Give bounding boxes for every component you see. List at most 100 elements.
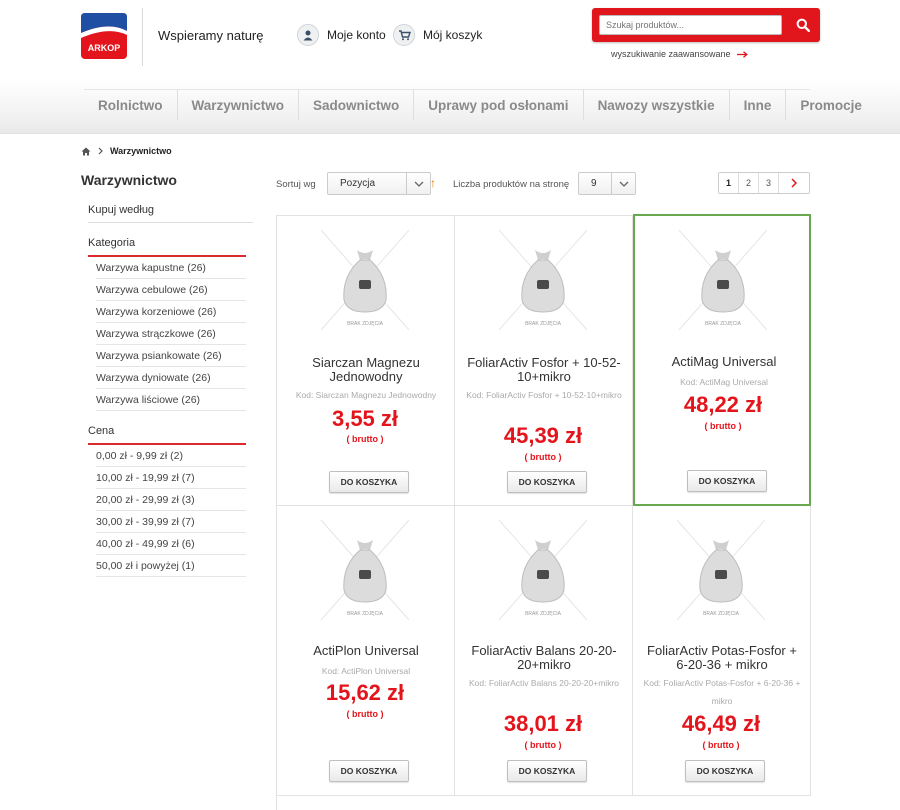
product-price: 46,49 zł — [681, 711, 761, 736]
sort-direction-arrow-icon[interactable]: ↑ — [430, 176, 436, 190]
nav-item-warzywnictwo[interactable]: Warzywnictwo — [178, 90, 300, 120]
product-brutto-label: ( brutto ) — [524, 740, 562, 750]
product-brutto-label: ( brutto ) — [346, 709, 384, 719]
advanced-search-link[interactable]: wyszukiwanie zaawansowane — [611, 49, 748, 59]
category-item[interactable]: Warzywa liściowe (26) — [96, 389, 246, 411]
price-heading: Cena — [88, 425, 246, 445]
category-item[interactable]: Warzywa kapustne (26) — [96, 257, 246, 279]
no-photo-label: BRAK ZDJĘCIA — [705, 321, 742, 327]
product-title[interactable]: ActiPlon Universal — [285, 644, 447, 658]
category-item[interactable]: Warzywa dyniowate (26) — [96, 367, 246, 389]
account-link[interactable]: Moje konto — [297, 24, 386, 46]
add-to-cart-button[interactable]: DO KOSZYKA — [507, 760, 587, 782]
category-list: Warzywa kapustne (26) Warzywa cebulowe (… — [96, 257, 246, 411]
nav-item-inne[interactable]: Inne — [730, 90, 787, 120]
product-grid: BRAK ZDJĘCIA Siarczan Magnezu Jednowodny… — [276, 214, 811, 810]
per-page-label: Liczba produktów na stronę — [453, 179, 570, 190]
product-card[interactable]: BRAK ZDJĘCIA Siarczan Magnezu Jednowodny… — [277, 216, 455, 506]
product-title[interactable]: Siarczan Magnezu Jednowodny — [285, 356, 447, 384]
home-icon[interactable] — [81, 147, 91, 156]
arkop-logo[interactable]: ARKOP — [81, 13, 127, 59]
no-photo-label: BRAK ZDJĘCIA — [525, 321, 562, 327]
add-to-cart-button[interactable]: DO KOSZYKA — [329, 760, 409, 782]
breadcrumb-current: Warzywnictwo — [110, 146, 172, 156]
price-range-item[interactable]: 20,00 zł - 29,99 zł (3) — [96, 489, 246, 511]
no-photo-label: BRAK ZDJĘCIA — [525, 611, 562, 617]
product-brutto-label: ( brutto ) — [524, 452, 562, 462]
sort-select[interactable]: Pozycja — [327, 172, 431, 195]
main-nav-bar: Rolnictwo Warzywnictwo Sadownictwo Upraw… — [0, 80, 900, 134]
no-photo-bag-icon: BRAK ZDJĘCIA — [498, 519, 588, 621]
nav-item-uprawy[interactable]: Uprawy pod osłonami — [414, 90, 584, 120]
cart-icon — [393, 24, 415, 46]
product-card[interactable]: BRAK ZDJĘCIA ActiMag Universal Kod: Acti… — [633, 214, 811, 506]
breadcrumb: Warzywnictwo — [81, 146, 172, 156]
product-price: 38,01 zł — [503, 711, 583, 736]
no-photo-label: BRAK ZDJĘCIA — [347, 321, 384, 327]
nav-item-rolnictwo[interactable]: Rolnictwo — [84, 90, 178, 120]
header: ARKOP Wspieramy naturę Moje konto Mój ko… — [0, 0, 900, 80]
product-brutto-label: ( brutto ) — [702, 740, 740, 750]
user-icon — [297, 24, 319, 46]
product-price: 15,62 zł — [325, 680, 405, 705]
search-button[interactable] — [792, 14, 814, 36]
chevron-right-icon — [98, 147, 103, 155]
product-code: Kod: ActiMag Universal — [680, 377, 768, 387]
category-item[interactable]: Warzywa strączkowe (26) — [96, 323, 246, 345]
no-photo-bag-icon: BRAK ZDJĘCIA — [320, 229, 410, 331]
price-range-item[interactable]: 50,00 zł i powyżej (1) — [96, 555, 246, 577]
nav-item-promocje[interactable]: Promocje — [786, 90, 876, 120]
product-price: 3,55 zł — [331, 406, 399, 431]
add-to-cart-button[interactable]: DO KOSZYKA — [687, 470, 767, 492]
product-title[interactable]: FoliarActiv Fosfor + 10-52-10+mikro — [463, 356, 625, 384]
sort-value: Pozycja — [340, 178, 376, 189]
chevron-down-icon — [406, 173, 430, 194]
add-to-cart-button[interactable]: DO KOSZYKA — [685, 760, 765, 782]
category-heading: Kategoria — [88, 237, 246, 257]
category-item[interactable]: Warzywa korzeniowe (26) — [96, 301, 246, 323]
add-to-cart-button[interactable]: DO KOSZYKA — [329, 471, 409, 493]
next-page-button[interactable] — [779, 173, 809, 193]
page-3-button[interactable]: 3 — [759, 173, 779, 193]
page-1-button[interactable]: 1 — [719, 173, 739, 193]
shop-by-heading: Kupuj według — [88, 204, 253, 223]
price-range-item[interactable]: 0,00 zł - 9,99 zł (2) — [96, 445, 246, 467]
product-price: 48,22 zł — [683, 392, 763, 417]
price-range-item[interactable]: 10,00 zł - 19,99 zł (7) — [96, 467, 246, 489]
product-price: 45,39 zł — [503, 423, 583, 448]
category-item[interactable]: Warzywa cebulowe (26) — [96, 279, 246, 301]
advanced-search-label: wyszukiwanie zaawansowane — [611, 49, 731, 59]
product-card[interactable]: BRAK ZDJĘCIA FoliarActiv Fosfor + 10-52-… — [455, 216, 633, 506]
page-2-button[interactable]: 2 — [739, 173, 759, 193]
chevron-down-icon — [611, 173, 635, 194]
product-brutto-label: ( brutto ) — [704, 421, 742, 431]
account-label: Moje konto — [327, 28, 386, 42]
category-item[interactable]: Warzywa psiankowate (26) — [96, 345, 246, 367]
no-photo-bag-icon: BRAK ZDJĘCIA — [678, 229, 768, 331]
product-card[interactable]: BRAK ZDJĘCIA ActiPlon Universal Kod: Act… — [277, 506, 455, 796]
add-to-cart-button[interactable]: DO KOSZYKA — [507, 471, 587, 493]
product-code: Kod: ActiPlon Universal — [321, 666, 411, 676]
nav-item-sadownictwo[interactable]: Sadownictwo — [299, 90, 415, 120]
price-range-item[interactable]: 30,00 zł - 39,99 zł (7) — [96, 511, 246, 533]
logo-divider — [142, 8, 143, 66]
cart-link[interactable]: Mój koszyk — [393, 24, 482, 46]
product-card[interactable]: BRAK ZDJĘCIA FoliarActiv Potas-Fosfor + … — [633, 506, 811, 796]
sidebar: Warzywnictwo Kupuj według Kategoria Warz… — [81, 172, 253, 577]
tagline: Wspieramy naturę — [158, 28, 264, 43]
search-icon — [796, 18, 810, 32]
product-code: Kod: FoliarActiv Fosfor + 10-52-10+mikro — [466, 390, 622, 400]
product-title[interactable]: ActiMag Universal — [643, 355, 805, 369]
pagination: 1 2 3 — [718, 172, 810, 194]
product-title[interactable]: FoliarActiv Potas-Fosfor + 6-20-36 + mik… — [641, 644, 803, 672]
search-input[interactable] — [599, 15, 782, 35]
cart-label: Mój koszyk — [423, 28, 483, 42]
sort-label: Sortuj wg — [276, 179, 316, 190]
product-title[interactable]: FoliarActiv Balans 20-20-20+mikro — [463, 644, 625, 672]
arrow-right-icon — [736, 50, 748, 58]
price-range-item[interactable]: 40,00 zł - 49,99 zł (6) — [96, 533, 246, 555]
product-card[interactable]: BRAK ZDJĘCIA FoliarActiv Balans 20-20-20… — [455, 506, 633, 796]
nav-item-nawozy[interactable]: Nawozy wszystkie — [584, 90, 730, 120]
chevron-right-icon — [791, 178, 797, 188]
per-page-select[interactable]: 9 — [578, 172, 636, 195]
